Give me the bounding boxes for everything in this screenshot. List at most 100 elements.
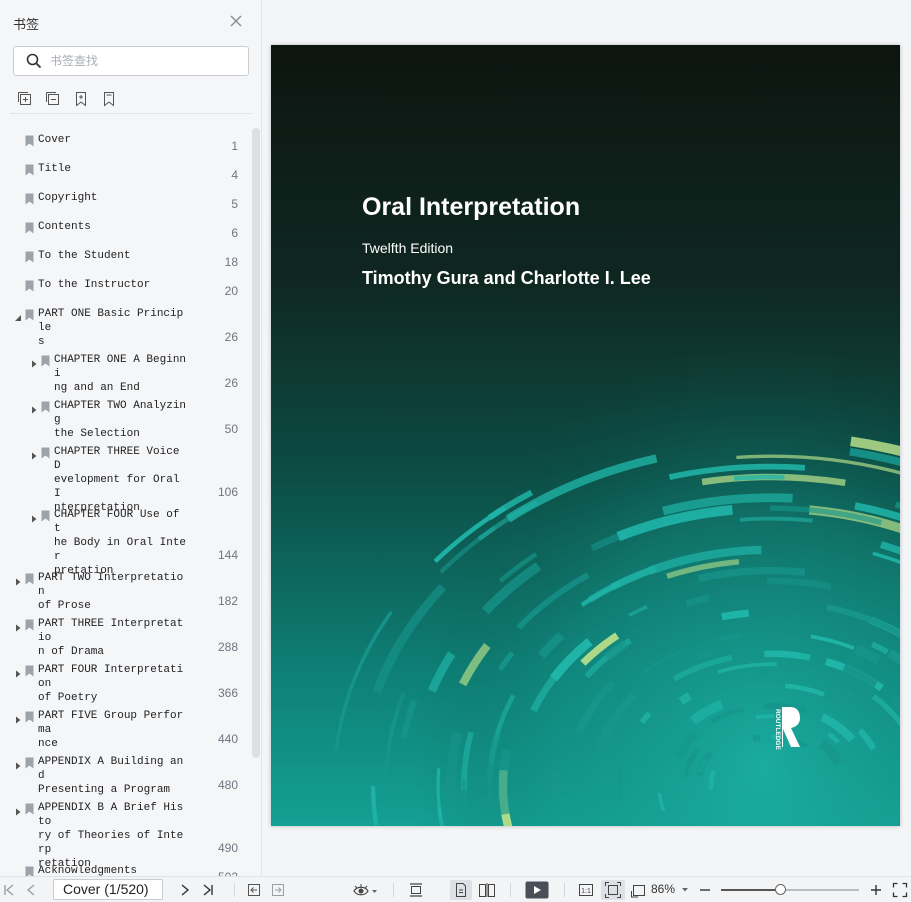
bookmark-search-input[interactable]	[50, 51, 240, 71]
bookmark-label: APPENDIX B A Brief Histo ry of Theories …	[38, 802, 184, 870]
actual-size-icon[interactable]: 1:1	[577, 881, 595, 899]
bookmark-label: To the Instructor	[38, 279, 151, 291]
bookmark-item[interactable]: CHAPTER ONE A Beginni ng and an End 26	[0, 351, 250, 397]
bookmark-item[interactable]: CHAPTER THREE Voice D evelopment for Ora…	[0, 443, 250, 514]
bookmark-icon[interactable]	[100, 90, 118, 108]
bookmark-label: PART TWO Interpretation of Prose	[38, 572, 184, 612]
fit-page-icon[interactable]	[601, 880, 625, 900]
bookmark-label: PART FOUR Interpretation of Poetry	[38, 664, 184, 704]
bookmark-item[interactable]: APPENDIX A Building and Presenting a Pro…	[0, 753, 250, 799]
expand-arrow-icon[interactable]	[14, 711, 22, 724]
bookmark-label: Acknowledgments	[38, 865, 138, 876]
bookmark-page-number: 106	[217, 485, 238, 499]
bookmark-item[interactable]: Title 4	[0, 160, 250, 189]
next-page-icon[interactable]	[178, 881, 192, 899]
collapse-all-icon[interactable]	[44, 90, 62, 108]
go-forward-icon[interactable]	[269, 881, 287, 899]
zoom-level[interactable]: 86%	[651, 882, 675, 896]
zoom-out-icon[interactable]	[698, 881, 712, 899]
expand-arrow-icon[interactable]	[14, 573, 22, 586]
bookmark-item[interactable]: CHAPTER TWO Analyzing the Selection 50	[0, 397, 250, 443]
bookmark-ribbon-icon	[25, 134, 34, 147]
cover-authors: Timothy Gura and Charlotte I. Lee	[362, 268, 651, 288]
bookmark-ribbon-icon	[41, 354, 50, 367]
bookmark-page-number: 440	[217, 732, 238, 746]
bookmark-page-number: 5	[231, 197, 238, 211]
bookmark-label: Contents	[38, 221, 91, 233]
bookmark-item[interactable]: PART FIVE Group Performa nce 440	[0, 707, 250, 753]
rotate-page-icon[interactable]	[629, 881, 647, 899]
fullscreen-icon[interactable]	[891, 881, 909, 899]
last-page-icon[interactable]	[200, 881, 216, 899]
expand-arrow-icon[interactable]	[30, 510, 38, 523]
bookmark-ribbon-icon	[25, 192, 34, 205]
bookmark-page-number: 20	[224, 284, 238, 298]
bookmark-item[interactable]: To the Student 18	[0, 247, 250, 276]
bookmark-page-number: 480	[217, 778, 238, 792]
bookmark-ribbon-icon	[25, 250, 34, 263]
sidebar-scrollbar[interactable]	[252, 128, 260, 758]
bookmark-page-number: 366	[217, 686, 238, 700]
go-back-icon[interactable]	[245, 881, 263, 899]
bookmark-page-number: 4	[231, 168, 238, 182]
bookmark-ribbon-icon	[25, 618, 34, 631]
swirl-stroke	[752, 734, 761, 743]
separator	[393, 883, 394, 897]
expand-arrow-icon[interactable]	[30, 401, 38, 414]
page-number-field[interactable]: Cover (1/520)	[53, 879, 163, 900]
bookmark-label: CHAPTER ONE A Beginni ng and an End	[54, 354, 187, 394]
fit-width-icon[interactable]	[407, 881, 425, 899]
expand-arrow-icon[interactable]	[30, 355, 38, 368]
bookmark-label: CHAPTER TWO Analyzing the Selection	[54, 400, 187, 440]
bookmark-item[interactable]: Acknowledgments502	[0, 862, 250, 876]
close-icon[interactable]	[229, 14, 243, 28]
bookmark-item[interactable]: PART TWO Interpretation of Prose 182	[0, 569, 250, 615]
expand-arrow-icon[interactable]	[14, 757, 22, 770]
bookmark-label: PART THREE Interpretatio n of Drama	[38, 618, 184, 658]
svg-text:1:1: 1:1	[581, 888, 591, 895]
expand-arrow-icon[interactable]	[30, 447, 38, 460]
bookmark-item[interactable]: PART ONE Basic Principle s 26	[0, 305, 250, 351]
bookmark-ribbon-icon	[25, 710, 34, 723]
cover-artwork	[271, 45, 900, 826]
collapse-arrow-icon[interactable]	[14, 309, 22, 321]
swirl-stroke	[708, 770, 716, 790]
expand-all-icon[interactable]	[16, 90, 34, 108]
bottom-toolbar: Cover (1/520) 1:1 86%	[0, 876, 911, 902]
bookmark-list: Cover 1 Title 4 Copyright 5 Contents 6 To the St…	[0, 128, 250, 876]
zoom-slider[interactable]	[721, 884, 859, 895]
bookmark-page-number: 18	[224, 255, 238, 269]
two-page-icon[interactable]	[477, 881, 497, 899]
expand-arrow-icon[interactable]	[14, 619, 22, 632]
bookmark-item[interactable]: To the Instructor 20	[0, 276, 250, 305]
bookmark-item[interactable]: CHAPTER FOUR Use of t he Body in Oral In…	[0, 506, 250, 577]
add-bookmark-icon[interactable]	[72, 90, 90, 108]
bookmark-ribbon-icon	[25, 279, 34, 292]
swirl-stroke	[721, 609, 750, 621]
previous-page-icon[interactable]	[24, 881, 38, 899]
zoom-slider-handle[interactable]	[775, 884, 787, 895]
swirl-stroke	[498, 748, 512, 815]
expand-arrow-icon[interactable]	[14, 665, 22, 678]
first-page-icon[interactable]	[2, 881, 16, 899]
expand-arrow-icon[interactable]	[14, 803, 22, 816]
bookmark-item[interactable]: APPENDIX B A Brief Histo ry of Theories …	[0, 799, 250, 870]
bookmark-item[interactable]: PART THREE Interpretatio n of Drama 288	[0, 615, 250, 661]
slideshow-play-icon[interactable]	[524, 880, 550, 900]
chevron-down-icon[interactable]	[680, 881, 690, 899]
bookmark-item[interactable]: Contents 6	[0, 218, 250, 247]
bookmark-item[interactable]: PART FOUR Interpretation of Poetry 366	[0, 661, 250, 707]
bookmark-toolbar	[16, 90, 118, 108]
zoom-in-icon[interactable]	[869, 881, 883, 899]
bookmark-ribbon-icon	[25, 221, 34, 234]
bookmark-item[interactable]: Copyright 5	[0, 189, 250, 218]
eye-care-mode-icon[interactable]	[351, 881, 379, 899]
bookmark-page-number: 182	[217, 594, 238, 608]
bookmark-search-box[interactable]	[13, 46, 249, 76]
panel-title: 书签	[13, 18, 40, 33]
bookmark-ribbon-icon	[25, 756, 34, 769]
bookmark-page-number: 144	[217, 548, 238, 562]
single-page-icon[interactable]	[450, 880, 472, 900]
bookmark-page-number: 1	[231, 139, 238, 153]
bookmark-item[interactable]: Cover 1	[0, 131, 250, 160]
